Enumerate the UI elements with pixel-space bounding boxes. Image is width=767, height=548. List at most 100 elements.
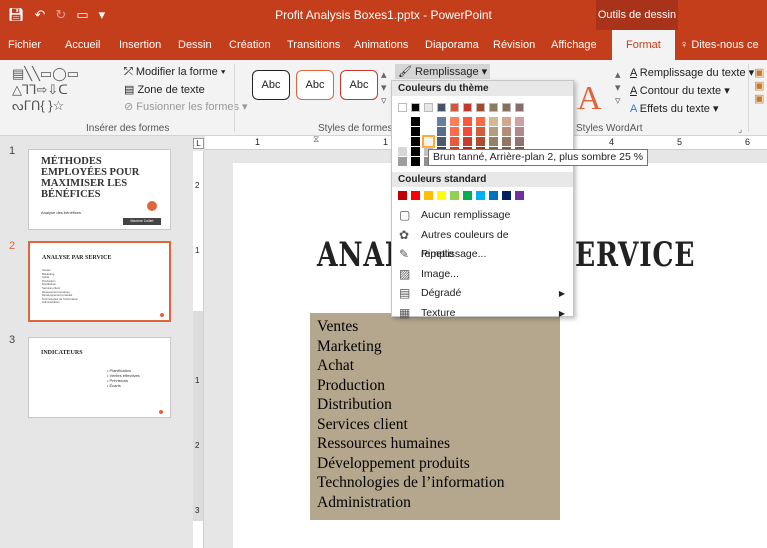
- theme-color-shade-swatch[interactable]: [398, 127, 407, 136]
- theme-color-shade-swatch[interactable]: [489, 127, 498, 136]
- theme-color-shade-swatch[interactable]: [411, 157, 420, 166]
- theme-color-shade-swatch[interactable]: [450, 137, 459, 146]
- slide-thumbnail-3[interactable]: INDICATEURS • Planification • Ventes effe…: [28, 337, 171, 418]
- department-item[interactable]: Administration: [317, 493, 553, 513]
- theme-color-shade-swatch[interactable]: [515, 137, 524, 146]
- slide-thumbnail-2[interactable]: ANALYSE PAR SERVICE Ventes Marketing Achat…: [28, 241, 171, 322]
- theme-color-shade-swatch[interactable]: [515, 127, 524, 136]
- text-box-button[interactable]: ▤ Zone de texte: [124, 83, 205, 96]
- theme-color-shade-swatch[interactable]: [411, 147, 420, 156]
- present-icon[interactable]: ▭: [76, 7, 88, 23]
- text-outline-button[interactable]: A Contour du texte ▾: [630, 84, 730, 97]
- department-item[interactable]: Distribution: [317, 395, 553, 415]
- tab-design[interactable]: Création: [229, 30, 271, 60]
- theme-color-shade-swatch[interactable]: [411, 137, 420, 146]
- theme-color-shade-swatch[interactable]: [463, 117, 472, 126]
- fill-menu-item[interactable]: ▦ Texture ▶: [394, 304, 571, 323]
- fill-menu-item[interactable]: ✿ Autres couleurs de remplissage...: [394, 226, 571, 260]
- shape-style-3[interactable]: Abc: [340, 70, 378, 100]
- fill-button[interactable]: 🖌︎ Remplissage ▾: [395, 64, 491, 79]
- indent-marker[interactable]: ⧖: [313, 134, 319, 145]
- fill-menu-item[interactable]: ▨ Image...: [394, 265, 571, 284]
- theme-color-shade-swatch[interactable]: [476, 127, 485, 136]
- text-effects-button[interactable]: A Effets du texte ▾: [630, 102, 719, 115]
- undo-icon[interactable]: ↶: [35, 7, 46, 23]
- gallery-scroll-icon[interactable]: ▴ ▾ ▿: [381, 68, 387, 107]
- tab-insert[interactable]: Insertion: [119, 30, 161, 60]
- shape-style-2[interactable]: Abc: [296, 70, 334, 100]
- text-fill-button[interactable]: A Remplissage du texte ▾: [630, 66, 754, 79]
- tab-format[interactable]: Format: [612, 30, 675, 60]
- standard-color-swatch[interactable]: [463, 191, 472, 200]
- department-item[interactable]: Ressources humaines: [317, 434, 553, 454]
- tab-review[interactable]: Révision: [493, 30, 535, 60]
- tab-animations[interactable]: Animations: [354, 30, 408, 60]
- department-item[interactable]: Marketing: [317, 337, 553, 357]
- theme-color-shade-swatch[interactable]: [502, 127, 511, 136]
- theme-color-shade-swatch[interactable]: [463, 127, 472, 136]
- theme-color-shade-swatch[interactable]: [398, 137, 407, 146]
- arrange-icon[interactable]: ▣ ▣ ▣: [754, 66, 764, 105]
- standard-color-swatch[interactable]: [424, 191, 433, 200]
- theme-color-swatch[interactable]: [502, 103, 511, 112]
- theme-color-shade-swatch[interactable]: [502, 117, 511, 126]
- slide-thumbnails-pane[interactable]: 1 MÉTHODES EMPLOYÉES POUR MAXIMISER LES …: [0, 136, 190, 548]
- fill-menu-item[interactable]: ✎ Pipette: [394, 245, 571, 264]
- customize-qat-icon[interactable]: ▾: [99, 7, 106, 23]
- tab-transitions[interactable]: Transitions: [287, 30, 340, 60]
- theme-color-swatch[interactable]: [515, 103, 524, 112]
- shapes-gallery[interactable]: ▤╲╲▭◯▭ △⅂⅂⇨⇩ᑕ ᔓᒥᑎ{ }☆: [12, 66, 120, 114]
- theme-color-swatch[interactable]: [450, 103, 459, 112]
- theme-color-shade-swatch[interactable]: [515, 117, 524, 126]
- theme-color-swatch[interactable]: [398, 103, 407, 112]
- wordart-style-a[interactable]: A: [577, 80, 602, 118]
- theme-color-swatch[interactable]: [424, 103, 433, 112]
- theme-color-shade-swatch[interactable]: [463, 137, 472, 146]
- theme-color-shade-swatch[interactable]: [424, 117, 433, 126]
- theme-color-shade-swatch[interactable]: [411, 127, 420, 136]
- theme-color-swatch[interactable]: [437, 103, 446, 112]
- theme-color-shade-swatch[interactable]: [437, 137, 446, 146]
- theme-color-shade-swatch[interactable]: [476, 117, 485, 126]
- tell-me-search[interactable]: ♀ Dites-nous ce q: [680, 30, 767, 81]
- tab-slideshow[interactable]: Diaporama: [425, 30, 479, 60]
- standard-color-swatch[interactable]: [515, 191, 524, 200]
- department-item[interactable]: Achat: [317, 356, 553, 376]
- standard-color-swatch[interactable]: [437, 191, 446, 200]
- theme-color-shade-swatch[interactable]: [437, 117, 446, 126]
- merge-shapes-button[interactable]: ⊘ Fusionner les formes ▾: [124, 100, 248, 113]
- fill-menu-item[interactable]: ▢ Aucun remplissage: [394, 206, 571, 225]
- theme-color-swatch[interactable]: [489, 103, 498, 112]
- theme-color-shade-swatch[interactable]: [411, 117, 420, 126]
- standard-color-swatch[interactable]: [476, 191, 485, 200]
- save-icon[interactable]: 💾︎: [8, 7, 25, 23]
- tab-home[interactable]: Accueil: [65, 30, 100, 60]
- standard-color-swatch[interactable]: [411, 191, 420, 200]
- theme-color-shade-swatch[interactable]: [398, 147, 407, 156]
- standard-color-swatch[interactable]: [502, 191, 511, 200]
- slide-title-right[interactable]: ERVICE: [575, 235, 695, 275]
- theme-color-shade-swatch[interactable]: [476, 137, 485, 146]
- theme-color-swatch[interactable]: [411, 103, 420, 112]
- theme-color-shade-swatch[interactable]: [450, 127, 459, 136]
- fill-menu-item[interactable]: ▤ Dégradé ▶: [394, 284, 571, 303]
- standard-color-swatch[interactable]: [398, 191, 407, 200]
- wordart-gallery-scroll-icon[interactable]: ▴ ▾ ▿: [615, 68, 621, 107]
- theme-color-shade-swatch[interactable]: [489, 137, 498, 146]
- dialog-launcher-icon[interactable]: ⌟: [738, 124, 742, 135]
- theme-color-shade-swatch[interactable]: [398, 117, 407, 126]
- theme-color-shade-swatch[interactable]: [450, 117, 459, 126]
- theme-color-shade-swatch[interactable]: [502, 137, 511, 146]
- tab-file[interactable]: Fichier: [8, 30, 41, 60]
- edit-shape-button[interactable]: ⤱ Modifier la forme ▾: [124, 66, 225, 79]
- theme-color-shade-swatch[interactable]: [437, 127, 446, 136]
- tab-draw[interactable]: Dessin: [178, 30, 212, 60]
- standard-color-swatch[interactable]: [450, 191, 459, 200]
- tab-selector-icon[interactable]: L: [193, 138, 204, 149]
- theme-color-shade-swatch[interactable]: [422, 135, 435, 148]
- tab-view[interactable]: Affichage: [551, 30, 597, 60]
- theme-color-shade-swatch[interactable]: [424, 127, 433, 136]
- theme-color-shade-swatch[interactable]: [398, 157, 407, 166]
- slide-thumbnail-1[interactable]: MÉTHODES EMPLOYÉES POUR MAXIMISER LES BÉ…: [28, 149, 171, 230]
- standard-color-swatch[interactable]: [489, 191, 498, 200]
